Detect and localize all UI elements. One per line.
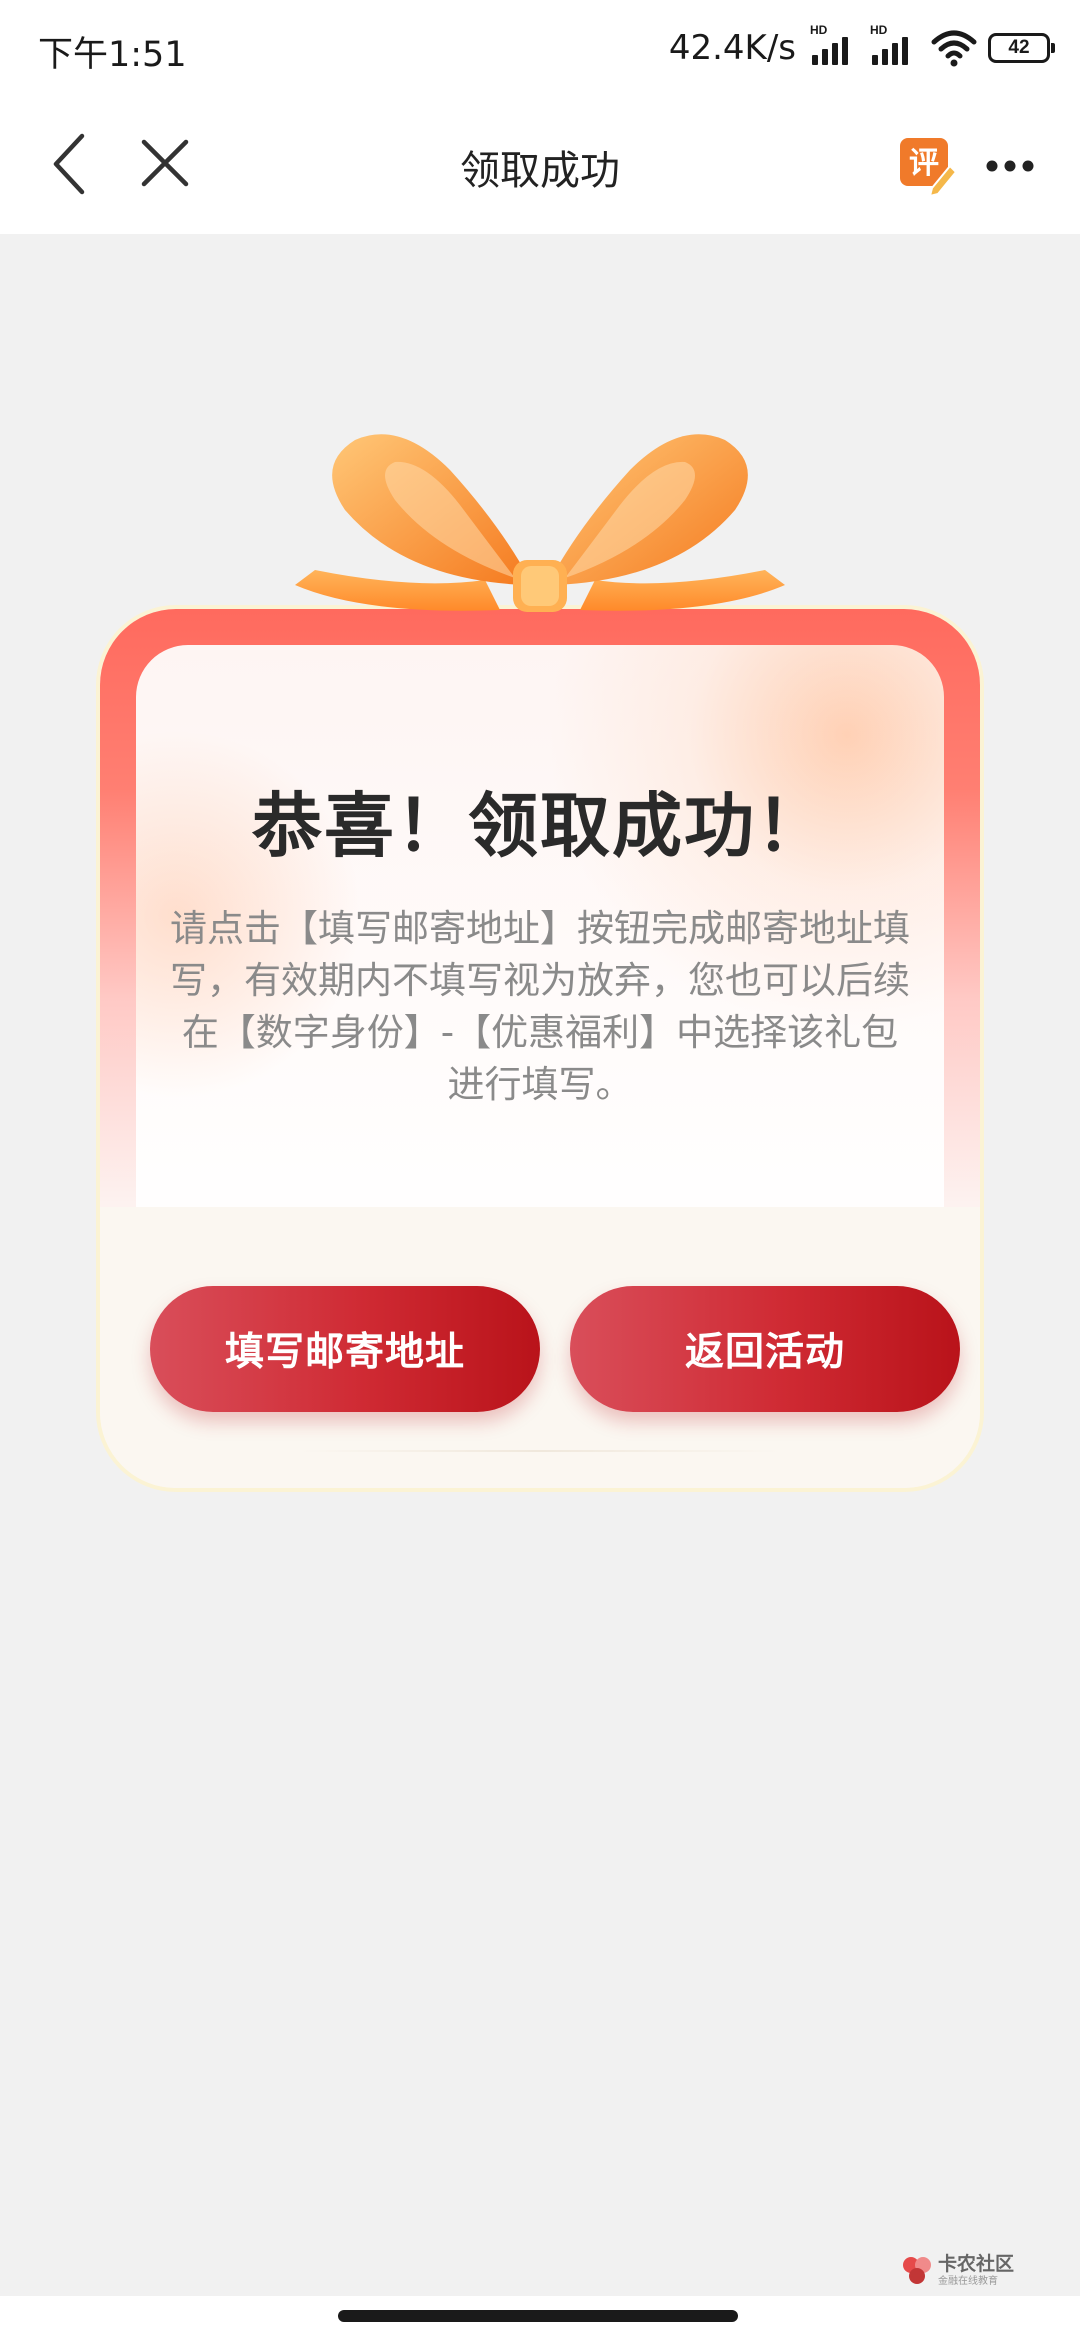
- network-speed: 42.4K/s: [668, 28, 796, 68]
- status-time: 下午1:51: [38, 35, 187, 75]
- battery-icon: 42: [988, 33, 1055, 63]
- hd-badge-2: HD: [870, 23, 888, 37]
- battery-level: 42: [1008, 37, 1030, 58]
- rate-icon[interactable]: 评: [898, 136, 958, 196]
- hd-badge: HD: [810, 23, 828, 37]
- kanong-logo-icon: [903, 2257, 931, 2284]
- card-divider: [300, 1450, 780, 1452]
- fill-address-button[interactable]: 填写邮寄地址: [150, 1286, 540, 1412]
- signal-icon: HD: [810, 23, 860, 69]
- home-indicator[interactable]: [338, 2310, 738, 2322]
- rate-icon-char: 评: [909, 146, 939, 181]
- signal-icon-2: HD: [870, 23, 920, 69]
- watermark-subtext: 金融在线教育: [938, 2276, 998, 2287]
- wifi-icon: [931, 30, 977, 67]
- ribbon-bow-icon: [295, 434, 785, 612]
- more-icon[interactable]: [985, 156, 1035, 176]
- return-activity-button[interactable]: 返回活动: [570, 1286, 960, 1412]
- card-notch: [100, 1207, 980, 1249]
- status-bar: 下午1:51 42.4K/s HD HD 42: [0, 0, 1080, 96]
- success-description: 请点击【填写邮寄地址】按钮完成邮寄地址填写，有效期内不填写视为放弃，您也可以后续…: [170, 907, 910, 1106]
- watermark-text: 卡农社区: [938, 2253, 1015, 2275]
- nav-bar: 领取成功 评: [0, 96, 1080, 234]
- status-icons: 42.4K/s HD HD 42: [668, 23, 1055, 72]
- watermark: 卡农社区 金融在线教育: [900, 2250, 1030, 2292]
- success-heading: 恭喜！领取成功！: [252, 785, 828, 867]
